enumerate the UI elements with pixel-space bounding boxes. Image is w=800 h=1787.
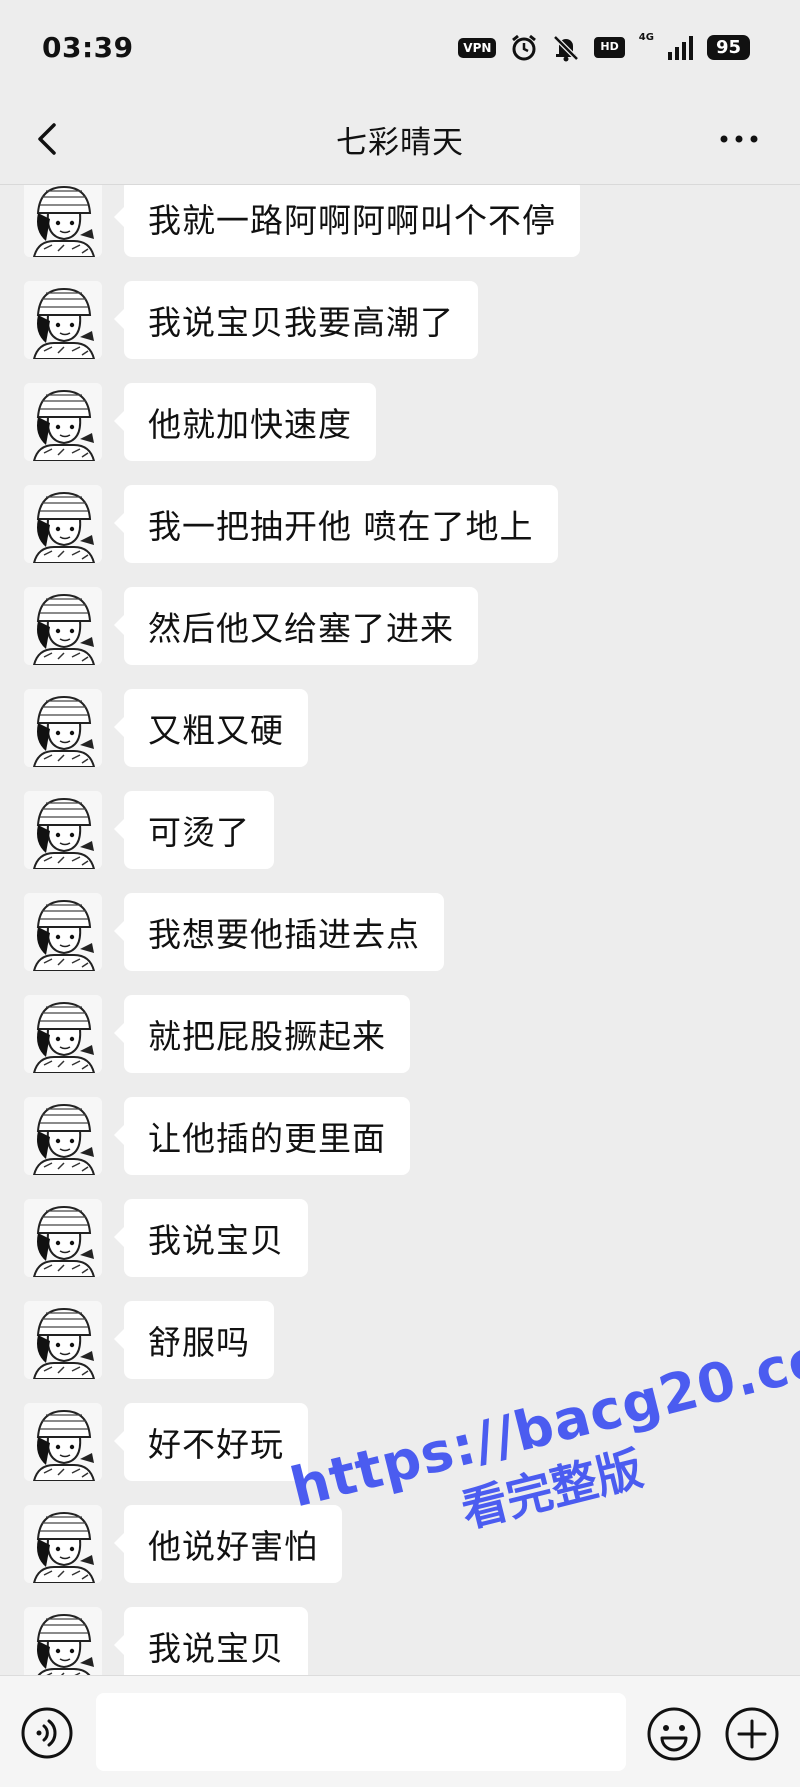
message-bubble[interactable]: 让他插的更里面 [114,1097,410,1175]
more-dots-icon [720,135,758,143]
message-bubble[interactable]: 就把屁股撅起来 [114,995,410,1073]
avatar[interactable] [24,1097,102,1175]
plus-icon [725,1707,779,1761]
avatar[interactable] [24,1403,102,1481]
message-row: 我说宝贝 [24,1199,308,1277]
status-icons: VPN HD 4G 95 [458,31,750,62]
voice-button[interactable] [20,1706,74,1760]
avatar[interactable] [24,791,102,869]
message-bubble[interactable]: 我说宝贝我要高潮了 [114,281,478,359]
message-bubble[interactable]: 他就加快速度 [114,383,376,461]
message-bubble[interactable]: 我说宝贝 [114,1199,308,1277]
voice-icon [21,1707,73,1759]
message-row: 舒服吗 [24,1301,274,1379]
battery-icon: 95 [706,34,750,61]
message-row: 然后他又给塞了进来 [24,587,478,665]
message-bubble[interactable]: 又粗又硬 [114,689,308,767]
message-bubble[interactable]: 我一把抽开他 喷在了地上 [114,485,558,563]
message-bubble[interactable]: 他说好害怕 [114,1505,342,1583]
message-row: 让他插的更里面 [24,1097,410,1175]
avatar[interactable] [24,995,102,1073]
avatar[interactable] [24,1607,102,1675]
message-row: 我说宝贝我要高潮了 [24,281,478,359]
signal-icon [667,35,693,60]
message-row: 好不好玩 [24,1403,308,1481]
emoji-icon [647,1707,701,1761]
input-bar [0,1675,800,1787]
more-button[interactable] [714,119,764,159]
chevron-left-icon [38,123,56,155]
message-row: 他就加快速度 [24,383,376,461]
mute-bell-icon [553,34,580,61]
avatar[interactable] [24,383,102,461]
message-row: 我一把抽开他 喷在了地上 [24,485,558,563]
message-row: 又粗又硬 [24,689,308,767]
network-label: 4G [638,31,654,43]
vpn-icon: VPN [458,37,497,58]
avatar[interactable] [24,587,102,665]
avatar[interactable] [24,689,102,767]
chat-title: 七彩晴天 [336,125,464,161]
message-bubble[interactable]: 然后他又给塞了进来 [114,587,478,665]
message-bubble[interactable]: 我就一路阿啊阿啊叫个不停 [114,185,580,257]
avatar[interactable] [24,485,102,563]
message-bubble[interactable]: 好不好玩 [114,1403,308,1481]
message-bubble[interactable]: 我说宝贝 [114,1607,308,1675]
message-row: 我说宝贝 [24,1607,308,1675]
emoji-button[interactable] [646,1706,702,1762]
plus-button[interactable] [724,1706,780,1762]
alarm-icon [512,34,537,60]
message-bubble[interactable]: 我想要他插进去点 [114,893,444,971]
hd-icon: HD [594,37,625,58]
message-input[interactable] [96,1693,626,1771]
avatar[interactable] [24,281,102,359]
avatar[interactable] [24,1505,102,1583]
status-bar: 03:39 VPN HD 4G 95 [0,0,800,95]
avatar[interactable] [24,1301,102,1379]
message-row: 我就一路阿啊阿啊叫个不停 [24,185,580,257]
avatar[interactable] [24,1199,102,1277]
chat-header: 七彩晴天 [0,95,800,185]
message-row: 就把屁股撅起来 [24,995,410,1073]
back-button[interactable] [28,119,68,159]
message-bubble[interactable]: 可烫了 [114,791,274,869]
message-row: 他说好害怕 [24,1505,342,1583]
status-time: 03:39 [42,31,134,64]
message-bubble[interactable]: 舒服吗 [114,1301,274,1379]
avatar[interactable] [24,185,102,257]
avatar[interactable] [24,893,102,971]
message-row: 我想要他插进去点 [24,893,444,971]
message-list[interactable]: 我就一路阿啊阿啊叫个不停我说宝贝我要高潮了 他就加快速度我一把抽开他 喷在了地上然… [0,185,800,1675]
message-row: 可烫了 [24,791,274,869]
